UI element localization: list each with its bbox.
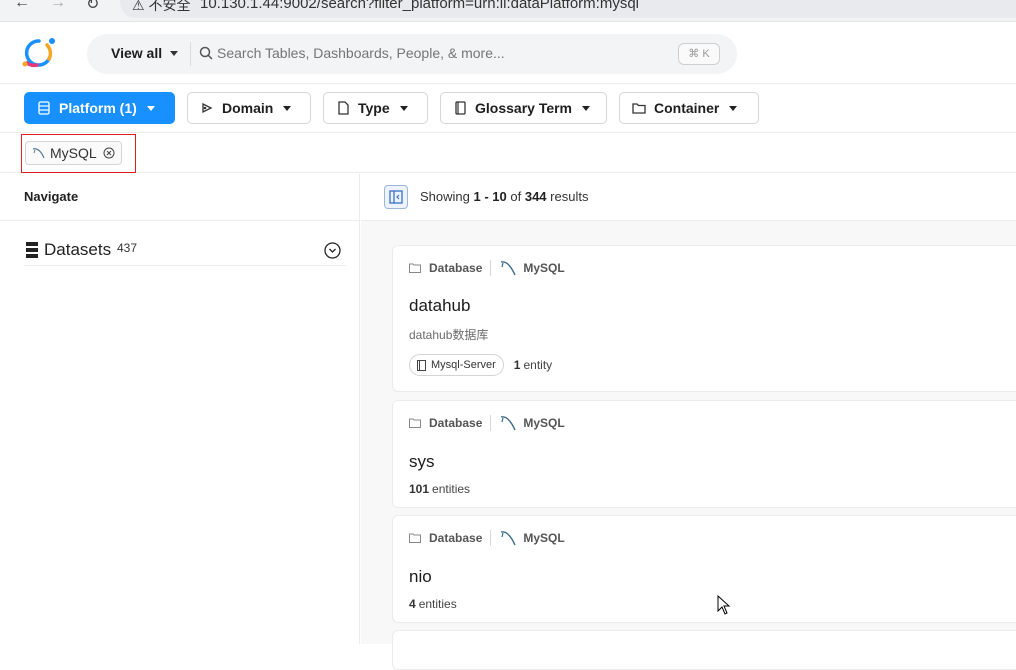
result-card[interactable]: Database MySQL datahub datahub数据库 Mysql-…: [392, 245, 1016, 392]
panel-collapse-icon: [389, 190, 403, 204]
card-meta: Database MySQL: [409, 530, 565, 546]
glossary-term-filter-label: Glossary Term: [475, 100, 573, 116]
sidebar-toggle-button[interactable]: [384, 185, 408, 209]
file-icon: [338, 101, 349, 115]
entity-title[interactable]: sys: [409, 452, 435, 472]
domain-filter-button[interactable]: Domain: [187, 92, 311, 124]
datasets-label: Datasets: [44, 240, 112, 259]
entity-title[interactable]: nio: [409, 567, 432, 587]
browser-toolbar: ← → ↻ ⚠ 不安全 10.130.1.44:9002/search?filt…: [0, 0, 1016, 22]
url-text[interactable]: 10.130.1.44:9002/search?filter_platform=…: [200, 0, 639, 12]
caret-down-icon: [146, 105, 155, 111]
card-footer: Mysql-Server 1 entity: [409, 354, 552, 376]
back-arrow-icon[interactable]: ←: [14, 0, 30, 12]
result-card[interactable]: [392, 630, 1016, 670]
container-filter-button[interactable]: Container: [619, 92, 759, 124]
search-divider: [190, 42, 191, 66]
book-icon: [417, 359, 426, 371]
entity-count-label: entity: [523, 358, 553, 372]
filter-bar: Platform (1) Domain Type Glossary Term C…: [0, 85, 1016, 133]
view-all-dropdown[interactable]: View all: [111, 45, 162, 61]
entity-description: datahub数据库: [409, 328, 489, 342]
container-tag[interactable]: Mysql-Server: [409, 354, 504, 376]
platform-name: MySQL: [523, 261, 565, 275]
platform-name: MySQL: [523, 531, 565, 545]
app-header: View all ⌘ K: [0, 23, 1016, 84]
results-count-text: Showing 1 - 10 of 344 results: [420, 189, 589, 204]
search-input[interactable]: [217, 45, 657, 61]
search-icon: [199, 46, 213, 60]
results-header: Showing 1 - 10 of 344 results: [361, 174, 1016, 221]
platform-filter-label: Platform (1): [59, 100, 137, 116]
datahub-logo[interactable]: [19, 35, 59, 71]
card-footer: 101 entities: [409, 482, 470, 496]
entity-count: 4: [409, 597, 416, 611]
result-card[interactable]: Database MySQL sys 101 entities: [392, 400, 1016, 508]
container-filter-label: Container: [654, 100, 720, 116]
card-meta: Database MySQL: [409, 415, 565, 431]
caret-down-icon: [582, 105, 591, 111]
database-icon: [26, 242, 38, 258]
entity-title[interactable]: datahub: [409, 296, 470, 316]
search-bar: View all ⌘ K: [87, 34, 737, 74]
folder-icon: [409, 263, 421, 273]
entity-count: 101: [409, 482, 430, 496]
entity-type: Database: [429, 261, 483, 275]
active-filters-row: MySQL: [0, 133, 1016, 173]
platform-filter-button[interactable]: Platform (1): [24, 92, 175, 124]
caret-down-icon[interactable]: [170, 51, 178, 56]
entity-count-label: entities: [432, 482, 471, 496]
entity-type: Database: [429, 531, 483, 545]
card-footer: 4 entities: [409, 597, 457, 611]
domain-filter-label: Domain: [222, 100, 274, 116]
chip-label: MySQL: [50, 145, 97, 161]
folder-icon: [632, 103, 646, 114]
platform-name: MySQL: [523, 416, 565, 430]
entity-type: Database: [429, 416, 483, 430]
reload-icon[interactable]: ↻: [86, 0, 99, 14]
mysql-dolphin-icon: [501, 416, 517, 431]
book-icon: [455, 101, 466, 115]
folder-icon: [409, 418, 421, 428]
result-card[interactable]: Database MySQL nio 4 entities: [392, 515, 1016, 623]
card-meta: Database MySQL: [409, 260, 565, 276]
mysql-dolphin-icon: [501, 261, 517, 276]
domain-icon: [202, 102, 213, 114]
chevron-down-circle-icon[interactable]: [324, 242, 341, 259]
separator: [490, 260, 492, 276]
type-filter-button[interactable]: Type: [323, 92, 428, 124]
search-results-panel: Showing 1 - 10 of 344 results Database M…: [361, 174, 1016, 670]
caret-down-icon: [283, 105, 292, 111]
glossary-term-filter-button[interactable]: Glossary Term: [440, 92, 607, 124]
type-filter-label: Type: [358, 100, 390, 116]
folder-icon: [409, 533, 421, 543]
browse-panel: Navigate Datasets 437: [0, 174, 360, 644]
mouse-cursor-icon: [717, 595, 731, 615]
separator: [490, 530, 492, 546]
entity-count: 1: [513, 358, 521, 372]
mysql-filter-chip[interactable]: MySQL: [25, 141, 122, 165]
caret-down-icon: [399, 105, 408, 111]
security-indicator[interactable]: ⚠ 不安全: [132, 0, 190, 15]
database-icon: [38, 101, 50, 115]
datasets-nav-item[interactable]: Datasets 437: [24, 234, 346, 266]
navigate-heading: Navigate: [0, 174, 359, 221]
entity-count-label: entities: [418, 597, 457, 611]
close-circle-icon[interactable]: [103, 147, 115, 159]
forward-arrow-icon[interactable]: →: [50, 0, 66, 12]
shortcut-hint: ⌘ K: [678, 43, 720, 65]
mysql-dolphin-icon: [501, 531, 517, 546]
caret-down-icon: [729, 105, 738, 111]
datasets-count: 437: [117, 241, 138, 255]
mysql-dolphin-icon: [32, 148, 45, 159]
separator: [490, 415, 492, 431]
